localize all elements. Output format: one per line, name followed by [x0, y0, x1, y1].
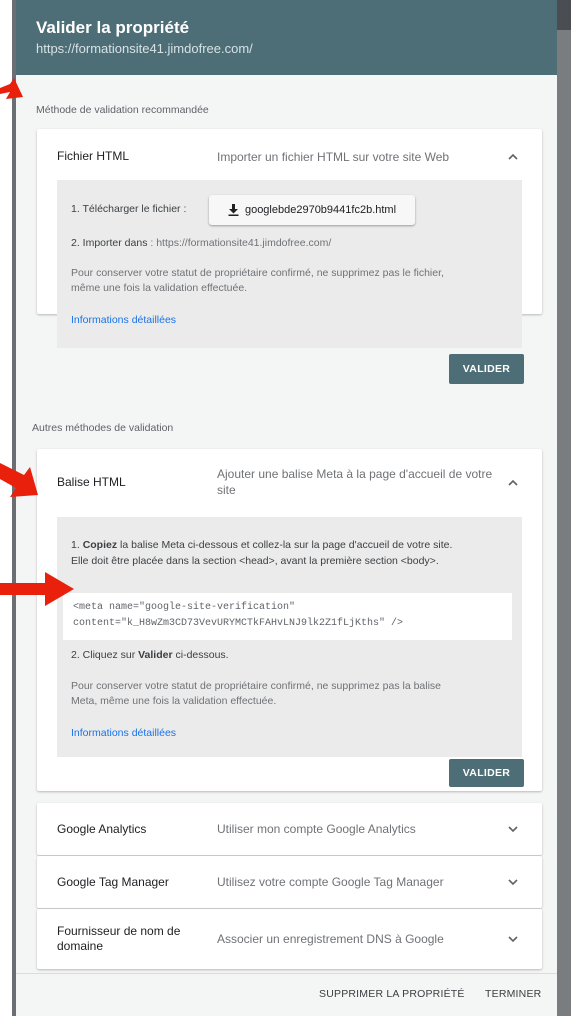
- method-description: Utilisez votre compte Google Tag Manager: [217, 875, 444, 889]
- method-name: Google Analytics: [57, 821, 147, 836]
- annotation-arrow-icon: [0, 78, 23, 99]
- dialog-header: Valider la propriété https://formationsi…: [16, 0, 557, 75]
- annotation-arrow-icon: [0, 572, 74, 606]
- html-file-card: Fichier HTML Importer un fichier HTML su…: [37, 129, 542, 384]
- google-tag-manager-card[interactable]: Google Tag Manager Utilisez votre compte…: [37, 856, 542, 908]
- copy-step-line2: Elle doit être placée dans la section <h…: [71, 555, 439, 567]
- method-name: Fichier HTML: [57, 149, 130, 163]
- html-file-panel: 1. Télécharger le fichier : googlebde297…: [57, 180, 522, 348]
- method-description: Utiliser mon compte Google Analytics: [217, 822, 416, 836]
- method-name: Fournisseur de nom de domaine: [57, 924, 181, 953]
- copy-step-number: 1.: [71, 539, 83, 551]
- method-name: Balise HTML: [57, 474, 126, 489]
- method-description: Ajouter une balise Meta à la page d'accu…: [217, 467, 493, 497]
- keep-tag-note-line1: Pour conserver votre statut de propriéta…: [71, 680, 442, 692]
- background-right-top: [557, 0, 571, 30]
- download-step-label: 1. Télécharger le fichier :: [71, 203, 187, 215]
- other-methods-label: Autres méthodes de validation: [32, 422, 174, 434]
- finish-button[interactable]: TERMINER: [485, 988, 541, 1000]
- click-step-bold: Valider: [138, 649, 173, 661]
- keep-file-note-line2: même une fois la validation effectuée.: [71, 282, 248, 294]
- chevron-down-icon[interactable]: [506, 932, 520, 946]
- meta-tag-line1: <meta name="google-site-verification": [73, 602, 296, 613]
- dns-provider-card[interactable]: Fournisseur de nom de domaine Associer u…: [37, 909, 542, 969]
- import-step-url: : https://formationsite41.jimdofree.com/: [147, 237, 332, 249]
- validate-html-file-button[interactable]: VALIDER: [449, 354, 524, 384]
- download-filename: googlebde2970b9441fc2b.html: [244, 204, 397, 216]
- validate-html-tag-button[interactable]: VALIDER: [449, 759, 524, 787]
- more-info-link[interactable]: Informations détaillées: [71, 313, 176, 328]
- annotation-arrow-icon: [0, 463, 38, 497]
- html-tag-panel: 1. Copiez la balise Meta ci-dessous et c…: [57, 517, 522, 757]
- chevron-down-icon[interactable]: [506, 822, 520, 836]
- download-file-button[interactable]: googlebde2970b9441fc2b.html: [209, 195, 415, 225]
- dialog-title: Valider la propriété: [36, 18, 190, 37]
- more-info-link[interactable]: Informations détaillées: [71, 726, 176, 741]
- delete-property-button[interactable]: SUPPRIMER LA PROPRIÉTÉ: [319, 988, 465, 1000]
- verify-property-dialog: Valider la propriété https://formationsi…: [16, 0, 557, 1016]
- download-icon: [228, 204, 239, 216]
- chevron-up-icon[interactable]: [506, 476, 520, 490]
- google-analytics-card[interactable]: Google Analytics Utiliser mon compte Goo…: [37, 803, 542, 855]
- html-tag-card: Balise HTML Ajouter une balise Meta à la…: [37, 449, 542, 791]
- import-step: 2. Importer dans : https://formationsite…: [71, 236, 331, 251]
- chevron-up-icon[interactable]: [506, 150, 520, 164]
- html-file-card-header[interactable]: Fichier HTML Importer un fichier HTML su…: [37, 129, 542, 184]
- meta-tag-code[interactable]: <meta name="google-site-verification" co…: [63, 593, 512, 640]
- keep-file-note-line1: Pour conserver votre statut de propriéta…: [71, 267, 444, 279]
- click-step-post: ci-dessous.: [172, 649, 229, 661]
- method-description: Importer un fichier HTML sur votre site …: [217, 149, 450, 164]
- background-right: [557, 0, 571, 1016]
- keep-tag-note-line2: Meta, même une fois la validation effect…: [71, 695, 277, 707]
- click-step-pre: 2. Cliquez sur: [71, 649, 139, 661]
- dialog-footer: SUPPRIMER LA PROPRIÉTÉ TERMINER: [16, 973, 557, 1016]
- method-description: Associer un enregistrement DNS à Google: [217, 932, 444, 946]
- copy-step-text: la balise Meta ci-dessous et collez-la s…: [117, 539, 453, 551]
- recommended-method-label: Méthode de validation recommandée: [36, 104, 209, 116]
- copy-step-line1: 1. Copiez la balise Meta ci-dessous et c…: [71, 538, 452, 553]
- chevron-down-icon[interactable]: [506, 875, 520, 889]
- html-tag-card-header[interactable]: Balise HTML Ajouter une balise Meta à la…: [37, 449, 542, 515]
- click-validate-step: 2. Cliquez sur Valider ci-dessous.: [71, 648, 229, 663]
- property-url: https://formationsite41.jimdofree.com/: [36, 41, 253, 56]
- method-name: Google Tag Manager: [57, 874, 169, 889]
- meta-tag-line2: content="k_H8wZm3CD73VevURYMCTkFAHvLNJ9l…: [73, 618, 404, 629]
- copy-step-verb: Copiez: [82, 539, 118, 551]
- import-step-label: 2. Importer dans: [71, 237, 148, 249]
